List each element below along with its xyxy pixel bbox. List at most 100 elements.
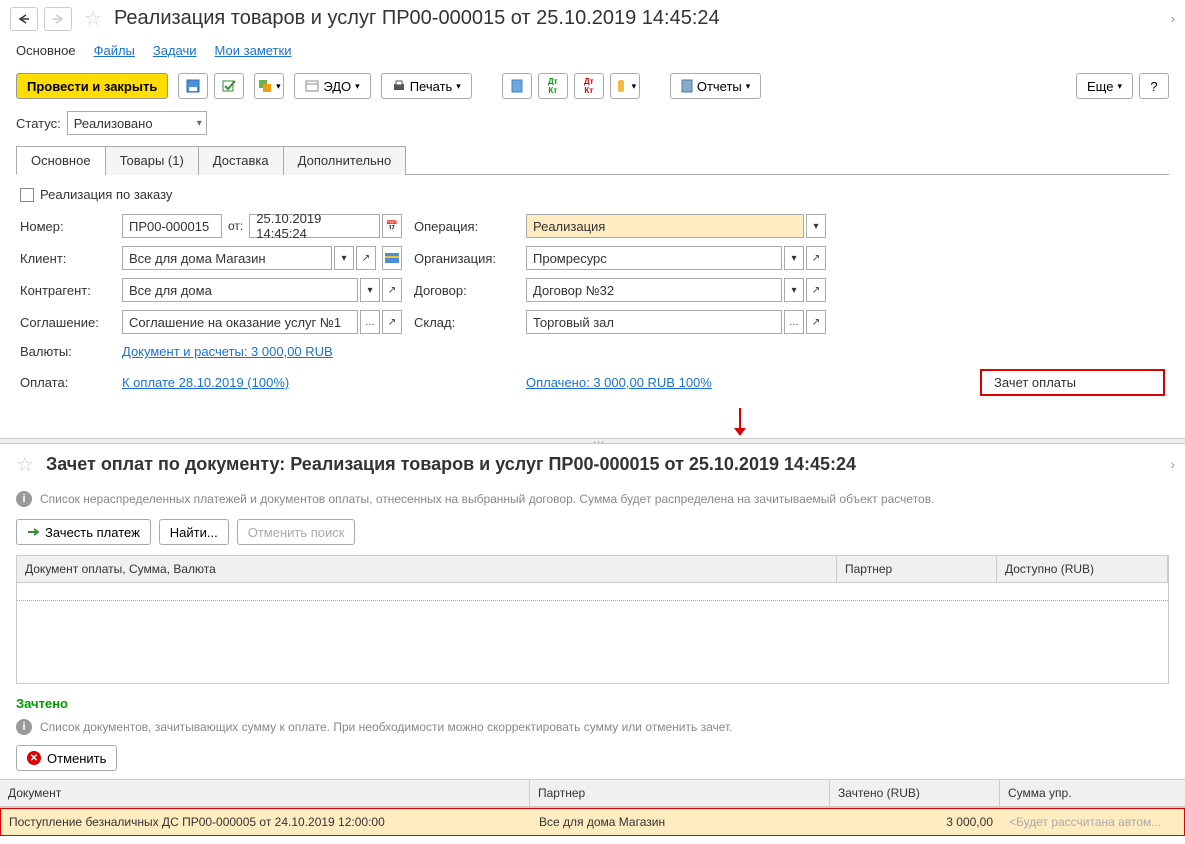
date-input[interactable]: 25.10.2019 14:45:24 xyxy=(249,214,380,238)
find-button[interactable]: Найти... xyxy=(159,519,229,545)
nav-tab-files[interactable]: Файлы xyxy=(94,43,135,58)
counterparty-dropdown-icon[interactable]: ▾ xyxy=(360,278,380,302)
cancel-x-icon: ✕ xyxy=(27,751,41,765)
agreement-input[interactable]: Соглашение на оказание услуг №1 xyxy=(122,310,358,334)
nav-forward-button[interactable] xyxy=(44,7,72,31)
info-text-1: Список нераспределенных платежей и докум… xyxy=(40,492,934,506)
org-input[interactable]: Промресурс xyxy=(526,246,782,270)
warehouse-input[interactable]: Торговый зал xyxy=(526,310,782,334)
more-button[interactable]: Еще ▾ xyxy=(1076,73,1133,99)
operation-select[interactable]: Реализация xyxy=(526,214,804,238)
dtkr-green-button[interactable]: ДтКт xyxy=(538,73,568,99)
save-button[interactable] xyxy=(178,73,208,99)
reports-button[interactable]: Отчеты ▾ xyxy=(670,73,761,99)
edo-label: ЭДО xyxy=(323,79,351,94)
by-order-label: Реализация по заказу xyxy=(40,187,172,202)
info-text-2: Список документов, зачитывающих сумму к … xyxy=(40,720,733,734)
cancel-button[interactable]: ✕ Отменить xyxy=(16,745,117,771)
client-input[interactable]: Все для дома Магазин xyxy=(122,246,332,270)
edo-button[interactable]: ЭДО ▾ xyxy=(294,73,370,99)
dtkr-red-button[interactable]: ДтКт xyxy=(574,73,604,99)
col-payment-doc[interactable]: Документ оплаты, Сумма, Валюта xyxy=(17,556,837,583)
favorite-star-icon[interactable]: ☆ xyxy=(84,6,102,31)
attach-button[interactable]: ▾ xyxy=(610,73,640,99)
credited-section-label: Зачтено xyxy=(0,688,1185,713)
based-on-button[interactable]: ▾ xyxy=(254,73,284,99)
contract-dropdown-icon[interactable]: ▾ xyxy=(784,278,804,302)
arrow-down-icon xyxy=(730,408,1185,438)
tab-additional[interactable]: Дополнительно xyxy=(283,146,407,175)
by-order-checkbox[interactable] xyxy=(20,188,34,202)
more-label: Еще xyxy=(1087,79,1113,94)
info-icon: i xyxy=(16,491,32,507)
client-open-icon[interactable]: ↗ xyxy=(356,246,376,270)
submit-close-button[interactable]: Провести и закрыть xyxy=(16,73,168,99)
agreement-open-icon[interactable]: ↗ xyxy=(382,310,402,334)
nav-back-button[interactable] xyxy=(10,7,38,31)
page-title: Реализация товаров и услуг ПР00-000015 о… xyxy=(114,7,720,30)
contract-label: Договор: xyxy=(414,281,514,300)
calendar-icon[interactable]: 📅 xyxy=(382,214,402,238)
status-select[interactable]: Реализовано▾ xyxy=(67,111,207,135)
sub-favorite-star-icon[interactable]: ☆ xyxy=(16,452,34,477)
print-label: Печать xyxy=(410,79,453,94)
org-label: Организация: xyxy=(414,249,514,268)
number-label: Номер: xyxy=(20,217,110,236)
row-partner: Все для дома Магазин xyxy=(531,809,831,835)
payments-table: Документ оплаты, Сумма, Валюта Партнер Д… xyxy=(16,555,1169,684)
agreement-more-icon[interactable]: … xyxy=(360,310,380,334)
operation-dropdown-icon[interactable]: ▾ xyxy=(806,214,826,238)
tab-delivery[interactable]: Доставка xyxy=(198,146,284,175)
from-label: от: xyxy=(228,217,243,235)
credit-payment-action-label: Зачесть платеж xyxy=(45,525,140,540)
credited-row[interactable]: Поступление безналичных ДС ПР00-000005 о… xyxy=(0,808,1185,836)
currency-link[interactable]: Документ и расчеты: 3 000,00 RUB xyxy=(122,344,826,359)
cancel-search-button[interactable]: Отменить поиск xyxy=(237,519,356,545)
status-value: Реализовано xyxy=(74,116,153,131)
credit-payment-action-button[interactable]: Зачесть платеж xyxy=(16,519,151,545)
payment-link[interactable]: К оплате 28.10.2019 (100%) xyxy=(122,375,402,390)
payment-label: Оплата: xyxy=(20,375,110,390)
contract-input[interactable]: Договор №32 xyxy=(526,278,782,302)
tab-main[interactable]: Основное xyxy=(16,146,106,175)
col2-doc[interactable]: Документ xyxy=(0,780,530,807)
status-label: Статус: xyxy=(16,116,61,131)
row-doc: Поступление безналичных ДС ПР00-000005 о… xyxy=(1,809,531,835)
col2-partner[interactable]: Партнер xyxy=(530,780,830,807)
org-dropdown-icon[interactable]: ▾ xyxy=(784,246,804,270)
col-available[interactable]: Доступно (RUB) xyxy=(997,556,1168,583)
contract-open-icon[interactable]: ↗ xyxy=(806,278,826,302)
col-partner[interactable]: Партнер xyxy=(837,556,997,583)
col2-credited[interactable]: Зачтено (RUB) xyxy=(830,780,1000,807)
counterparty-label: Контрагент: xyxy=(20,281,110,300)
nav-tab-notes[interactable]: Мои заметки xyxy=(215,43,292,58)
chevron-right-icon[interactable]: › xyxy=(1171,11,1175,26)
number-input[interactable]: ПР00-000015 xyxy=(122,214,222,238)
paid-link[interactable]: Оплачено: 3 000,00 RUB 100% xyxy=(526,375,826,390)
col2-sum[interactable]: Сумма упр. xyxy=(1000,780,1185,807)
help-button[interactable]: ? xyxy=(1139,73,1169,99)
credit-payment-button[interactable]: Зачет оплаты xyxy=(980,369,1165,396)
cancel-label: Отменить xyxy=(47,751,106,766)
counterparty-input[interactable]: Все для дома xyxy=(122,278,358,302)
payments-table-body xyxy=(17,583,1168,683)
tab-goods[interactable]: Товары (1) xyxy=(105,146,199,175)
panel-divider[interactable] xyxy=(0,438,1185,444)
client-label: Клиент: xyxy=(20,249,110,268)
row-credited: 3 000,00 xyxy=(831,809,1001,835)
counterparty-open-icon[interactable]: ↗ xyxy=(382,278,402,302)
nav-tab-tasks[interactable]: Задачи xyxy=(153,43,197,58)
post-button[interactable] xyxy=(214,73,244,99)
org-open-icon[interactable]: ↗ xyxy=(806,246,826,270)
currency-label: Валюты: xyxy=(20,342,110,361)
sub-chevron-right-icon[interactable]: › xyxy=(1171,457,1175,472)
client-card-icon[interactable] xyxy=(382,246,402,270)
doc-icon-button[interactable] xyxy=(502,73,532,99)
info-icon-2: i xyxy=(16,719,32,735)
warehouse-open-icon[interactable]: ↗ xyxy=(806,310,826,334)
nav-tab-main[interactable]: Основное xyxy=(16,43,76,58)
print-button[interactable]: Печать ▾ xyxy=(381,73,472,99)
warehouse-label: Склад: xyxy=(414,313,514,332)
client-dropdown-icon[interactable]: ▾ xyxy=(334,246,354,270)
warehouse-more-icon[interactable]: … xyxy=(784,310,804,334)
